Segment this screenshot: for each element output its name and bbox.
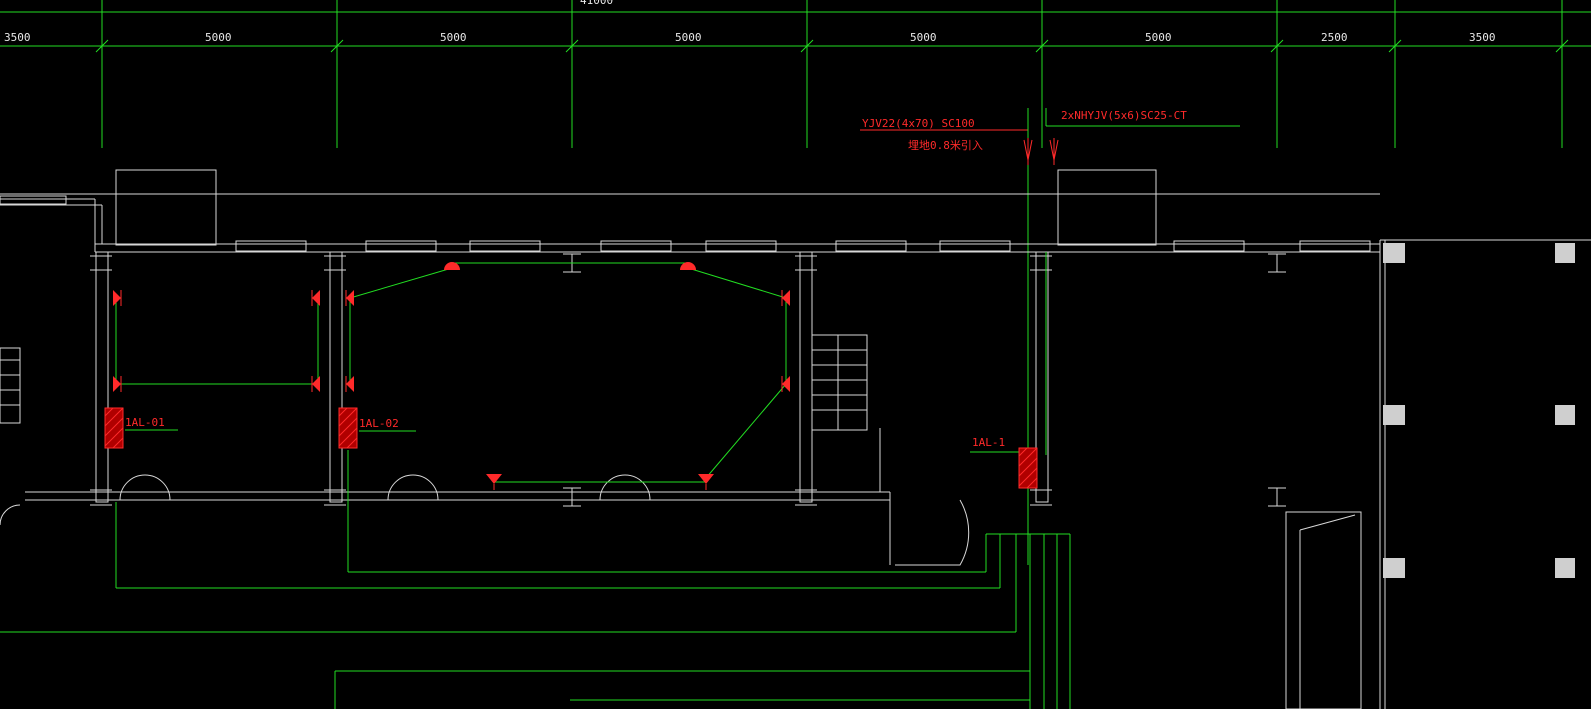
panel-1AL-01[interactable] [104,407,124,449]
cable-annotation-main [860,108,1029,565]
panel-label-1AL-1: 1AL-1 [972,436,1005,449]
cable-note-main: 埋地0.8米引入 [908,138,983,152]
panel-1AL-02[interactable] [338,407,358,449]
dimension-2: 5000 [205,31,232,44]
dimension-4: 5000 [675,31,702,44]
dimension-6: 5000 [1145,31,1172,44]
panel-label-1AL-02: 1AL-02 [359,417,399,430]
dimension-3: 5000 [440,31,467,44]
structural-blocks [1383,243,1575,578]
dimension-1: 3500 [4,31,31,44]
cable-label-fire: 2xNHYJV(5x6)SC25-CT [1061,109,1187,122]
light-fixtures [113,262,790,490]
panel-label-1AL-01: 1AL-01 [125,416,165,429]
entry-arrows [1023,138,1059,165]
dimension-7: 2500 [1321,31,1348,44]
axis-grid [0,0,1591,148]
panel-1AL-1[interactable] [1018,447,1038,489]
cad-drawing-canvas[interactable]: 41000 3500 5000 5000 5000 5000 5000 2500… [0,0,1591,709]
dimension-8: 3500 [1469,31,1496,44]
dimension-total: 41000 [580,0,613,7]
building-walls [0,169,1591,709]
cable-label-main: YJV22(4x70) SC100 [862,117,975,130]
dimension-5: 5000 [910,31,937,44]
